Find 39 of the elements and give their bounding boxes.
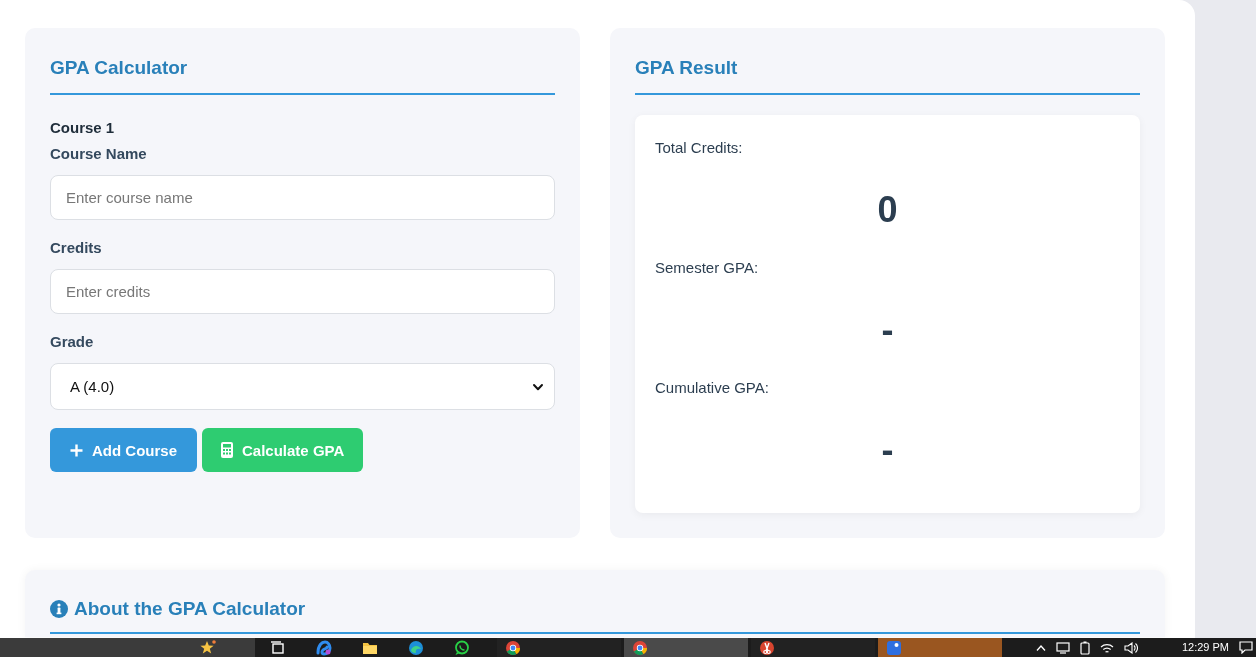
taskbar-button[interactable] bbox=[624, 638, 748, 657]
input-field[interactable]: Enter course name bbox=[50, 175, 555, 220]
speaker-icon[interactable] bbox=[1123, 641, 1138, 654]
field-label: Credits bbox=[50, 238, 102, 258]
battery-icon[interactable] bbox=[1079, 640, 1090, 655]
taskbar-button[interactable] bbox=[497, 638, 621, 657]
dropdown-field[interactable]: A (4.0) bbox=[50, 363, 555, 410]
stat-label: Cumulative GPA: bbox=[655, 378, 769, 398]
input-field[interactable]: Enter credits bbox=[50, 269, 555, 314]
stat-value: - bbox=[881, 308, 894, 352]
stat-value: 0 bbox=[877, 188, 898, 232]
stat-label: Semester GPA: bbox=[655, 258, 759, 278]
wave-icon[interactable] bbox=[408, 639, 424, 656]
stacked-windows-icon[interactable] bbox=[270, 639, 286, 656]
app-tile-icon bbox=[886, 639, 902, 656]
stat-value: - bbox=[881, 428, 894, 472]
info-icon bbox=[50, 600, 68, 618]
stat-label: Total Credits: bbox=[655, 138, 743, 158]
search-field[interactable] bbox=[0, 638, 255, 657]
scissors-icon bbox=[759, 639, 775, 656]
clock-time[interactable]: 12:29 PM bbox=[1181, 641, 1229, 654]
segmented-circle-icon bbox=[632, 639, 648, 656]
section-title: GPA Result bbox=[635, 56, 738, 80]
course-heading: Course 1 bbox=[50, 118, 115, 138]
segmented-circle-icon bbox=[505, 639, 521, 656]
plus-icon bbox=[70, 443, 83, 457]
message-icon[interactable] bbox=[1239, 641, 1253, 654]
wifi-icon[interactable] bbox=[1099, 641, 1114, 654]
display-icon[interactable] bbox=[1055, 641, 1070, 654]
field-label: Course Name bbox=[50, 144, 147, 164]
calculator-icon bbox=[221, 442, 233, 458]
section-title: GPA Calculator bbox=[50, 56, 188, 80]
star-icon[interactable] bbox=[200, 639, 216, 656]
chevron-up-icon[interactable] bbox=[1035, 643, 1046, 652]
taskbar-button[interactable] bbox=[751, 638, 875, 657]
chat-bubble-icon[interactable] bbox=[454, 639, 470, 656]
swirl-icon[interactable] bbox=[316, 639, 332, 656]
section-title: About the GPA Calculator bbox=[74, 597, 306, 621]
field-label: Grade bbox=[50, 332, 94, 352]
